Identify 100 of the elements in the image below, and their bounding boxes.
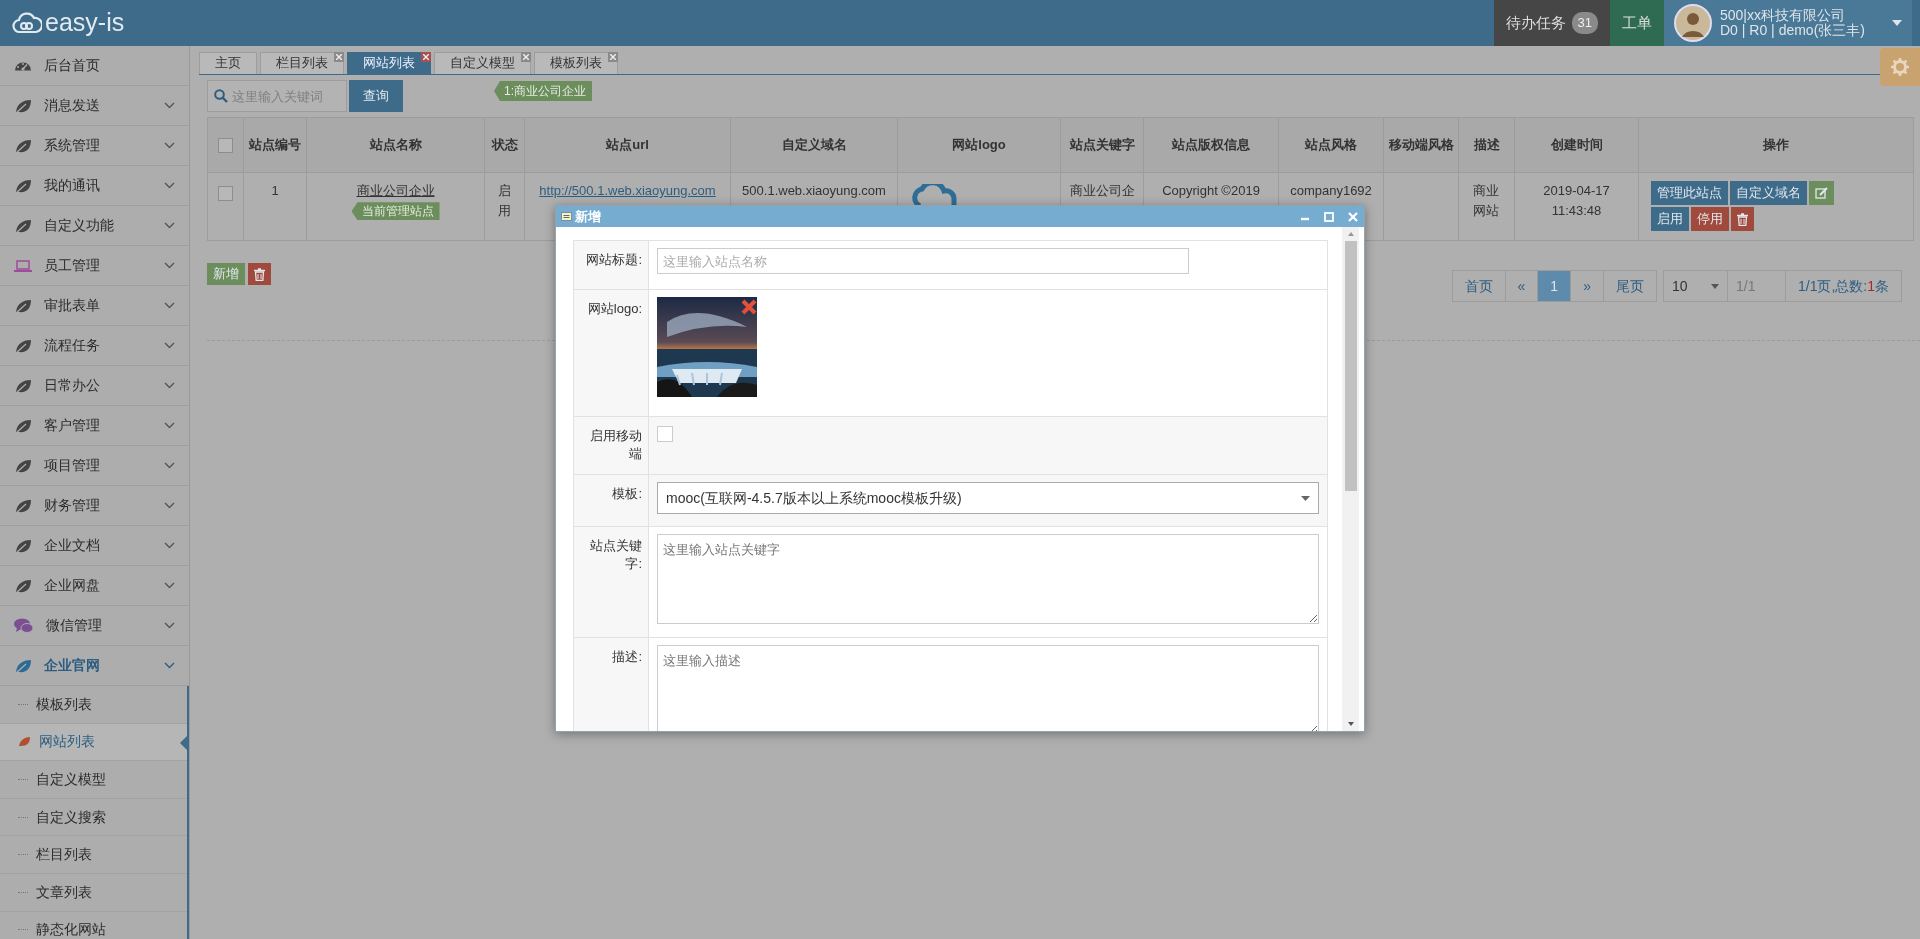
trash-icon: [254, 267, 265, 281]
dashboard-icon: [14, 60, 32, 71]
column-header: 自定义域名: [730, 117, 898, 173]
settings-button[interactable]: [1880, 48, 1920, 86]
delete-button[interactable]: [248, 263, 271, 285]
sidebar-item[interactable]: 消息发送: [0, 86, 189, 126]
leaf-icon: [14, 297, 32, 314]
chevron-icon: [164, 222, 175, 229]
chevron-icon: [164, 262, 175, 269]
sidebar-item[interactable]: 企业文档: [0, 526, 189, 566]
tab[interactable]: 自定义模型: [434, 52, 531, 74]
chevron-icon: [164, 142, 175, 149]
sidebar-item[interactable]: 流程任务: [0, 326, 189, 366]
sidebar-item[interactable]: 客户管理: [0, 406, 189, 446]
app-logo-text: easy-is: [45, 7, 125, 39]
table-cell-text: 启用: [498, 182, 511, 221]
column-header: 状态: [484, 117, 525, 173]
tab[interactable]: 网站列表: [347, 52, 431, 74]
column-header: 站点编号: [243, 117, 307, 173]
sidebar-subitem[interactable]: 自定义模型: [0, 761, 187, 799]
column-header: 创建时间: [1514, 117, 1639, 173]
sidebar-item[interactable]: 后台首页: [0, 46, 189, 86]
sidebar-item[interactable]: 系统管理: [0, 126, 189, 166]
sidebar-item[interactable]: 审批表单: [0, 286, 189, 326]
user-menu[interactable]: 500|xx科技有限公司 D0 | R0 | demo(张三丰): [1664, 0, 1912, 46]
edit-button[interactable]: [1809, 181, 1834, 205]
sidebar-subitem[interactable]: 模板列表: [0, 686, 187, 724]
current-site-tag: 当前管理站点: [351, 202, 440, 221]
delete-button[interactable]: [1731, 207, 1754, 231]
sidebar-item[interactable]: 自定义功能: [0, 206, 189, 246]
sidebar-subitem[interactable]: 文章列表: [0, 873, 187, 912]
field-label: 启用移动端: [590, 428, 642, 462]
company-name: 500|xx科技有限公司: [1720, 8, 1845, 23]
scrollbar[interactable]: [1342, 227, 1359, 731]
table-cell: 500.1.web.xiaoyung.com: [742, 183, 886, 198]
checkbox[interactable]: [218, 186, 233, 202]
action-button[interactable]: 管理此站点: [1651, 181, 1728, 205]
checkbox[interactable]: [657, 426, 673, 442]
input-field[interactable]: 这里输入站点名称: [657, 248, 1189, 274]
leaf-icon: [14, 177, 32, 194]
sidebar-item[interactable]: 企业网盘: [0, 566, 189, 606]
search-button[interactable]: 查询: [349, 80, 403, 112]
close-icon[interactable]: [334, 52, 344, 62]
chevron-icon: [164, 102, 175, 109]
field-label: 网站标题:: [586, 252, 642, 267]
chevron-icon: [164, 662, 175, 669]
column-header: 站点版权信息: [1143, 117, 1279, 173]
sidebar-subitem[interactable]: 静态化网站: [0, 911, 187, 939]
chevron-icon: [164, 582, 175, 589]
tickets-button[interactable]: 工单: [1610, 0, 1664, 46]
sidebar-item[interactable]: 员工管理: [0, 246, 189, 286]
template-select[interactable]: mooc(互联网-4.5.7版本以上系统mooc模板升级): [657, 482, 1319, 514]
leaf-icon: [14, 657, 32, 674]
sidebar-item[interactable]: 我的通讯: [0, 166, 189, 206]
caret-icon: [1892, 20, 1902, 26]
column-header: 站点风格: [1278, 117, 1384, 173]
table-cell: Copyright ©2019: [1162, 183, 1260, 198]
tasks-button[interactable]: 待办任务 31: [1493, 0, 1610, 46]
sidebar-subitem[interactable]: 自定义搜索: [0, 798, 187, 837]
edit-icon: [1815, 187, 1828, 199]
url-link[interactable]: http://500.1.web.xiaoyung.com: [539, 183, 716, 198]
maximize-icon[interactable]: [1324, 211, 1334, 222]
leaf-icon: [14, 377, 32, 394]
close-icon[interactable]: [608, 52, 618, 62]
tab[interactable]: 栏目列表: [260, 52, 344, 74]
sidebar-item[interactable]: 微信管理: [0, 606, 189, 646]
trash-icon: [1737, 212, 1748, 226]
close-icon[interactable]: [521, 52, 531, 62]
sidebar-item[interactable]: 财务管理: [0, 486, 189, 526]
action-button[interactable]: 自定义域名: [1730, 181, 1807, 205]
tab[interactable]: 主页: [199, 52, 257, 74]
avatar-icon: [1674, 4, 1712, 42]
tab[interactable]: 模板列表: [534, 52, 618, 74]
close-icon[interactable]: [421, 52, 431, 62]
sidebar-item[interactable]: 日常办公: [0, 366, 189, 406]
leaf-icon: [14, 217, 32, 234]
text-area[interactable]: 这里输入站点关键字: [657, 534, 1319, 624]
table-cell: company1692: [1290, 183, 1372, 198]
column-header: 站点名称: [306, 117, 485, 173]
chevron-icon: [164, 382, 175, 389]
search-icon: [214, 89, 228, 103]
chevron-icon: [164, 462, 175, 469]
window-icon: [561, 212, 572, 221]
action-button[interactable]: 启用: [1651, 207, 1689, 231]
leaf-icon: [14, 137, 32, 154]
leaf-icon: [14, 537, 32, 554]
close-icon[interactable]: [741, 299, 757, 315]
leaf-icon: [14, 417, 32, 434]
sidebar-subitem[interactable]: 网站列表: [0, 723, 187, 762]
leaf-icon: [18, 736, 31, 748]
laptop-icon: [14, 258, 32, 273]
text-area[interactable]: 这里输入描述: [657, 644, 1319, 731]
sidebar-subitem[interactable]: 栏目列表: [0, 836, 187, 874]
disable-button[interactable]: 停用: [1691, 207, 1729, 231]
account-name: D0 | R0 | demo(张三丰): [1720, 23, 1865, 38]
chevron-icon: [164, 182, 175, 189]
caret-icon: [1301, 495, 1310, 501]
checkbox[interactable]: [218, 137, 233, 153]
table-cell: 1: [271, 183, 279, 198]
sidebar-item[interactable]: 项目管理: [0, 446, 189, 486]
